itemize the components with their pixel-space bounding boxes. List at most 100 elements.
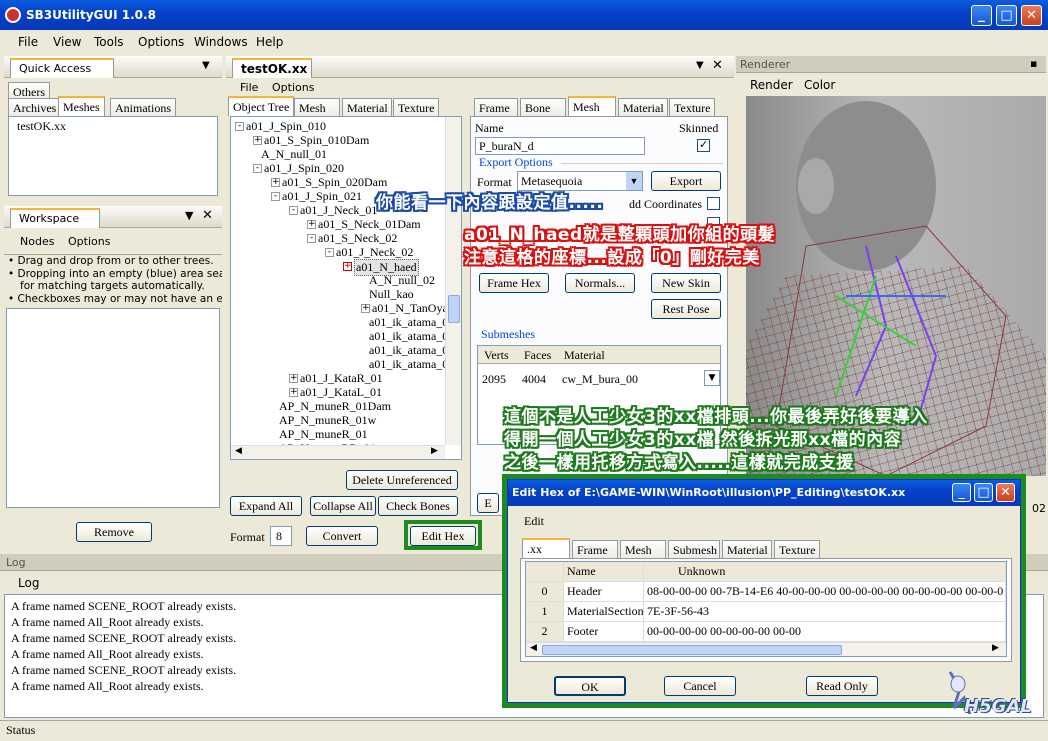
- tab-material-right[interactable]: Material: [618, 98, 668, 116]
- tree-node[interactable]: A_N_null_01: [261, 147, 327, 162]
- tree-node[interactable]: a01_S_Spin_010Dam: [264, 133, 369, 148]
- doc-tab[interactable]: testOK.xx: [232, 58, 312, 78]
- tree-node[interactable]: a01_S_Neck_02: [318, 231, 397, 246]
- expand-icon[interactable]: +: [253, 136, 262, 145]
- edit-hex-button[interactable]: Edit Hex: [410, 526, 476, 546]
- tree-node[interactable]: a01_J_Spin_021: [282, 189, 362, 204]
- hex-grid[interactable]: Name Unknown 0 Header 08-00-00-00 00-7B-14…: [525, 561, 1007, 657]
- delete-unreferenced-button[interactable]: Delete Unreferenced: [346, 470, 458, 490]
- row-name[interactable]: Footer: [564, 622, 644, 642]
- skinned-checkbox[interactable]: ✓: [697, 138, 710, 152]
- chevron-down-icon[interactable]: ▼: [626, 172, 642, 190]
- tab-archives[interactable]: Archives: [8, 98, 62, 116]
- workspace-tab[interactable]: Workspace: [10, 208, 100, 228]
- dropdown-icon[interactable]: ▼: [696, 60, 704, 71]
- close-doc-icon[interactable]: ✕: [712, 58, 723, 73]
- close-icon[interactable]: ✕: [202, 208, 213, 223]
- frame-hex-button[interactable]: Frame Hex: [479, 273, 549, 293]
- tab-material-hex[interactable]: Material: [722, 540, 772, 558]
- tab-material[interactable]: Material: [342, 98, 392, 116]
- scroll-right-icon[interactable]: ▶: [431, 446, 438, 456]
- editor-menu-options[interactable]: Options: [272, 81, 314, 94]
- scroll-thumb[interactable]: [448, 295, 460, 323]
- tab-mesh[interactable]: Mesh: [294, 98, 340, 116]
- collapse-icon[interactable]: -: [307, 234, 316, 243]
- hex-close-button[interactable]: ✕: [996, 483, 1015, 502]
- hex-maximize-button[interactable]: □: [974, 483, 993, 502]
- quick-access-tab[interactable]: Quick Access: [10, 58, 114, 78]
- row-value[interactable]: 00-00-00-00 00-00-00-00 00-00: [644, 622, 1006, 642]
- expand-icon[interactable]: +: [343, 262, 352, 271]
- tree-node[interactable]: AP_N_muneR_01Dam: [279, 399, 391, 414]
- collapse-icon[interactable]: -: [271, 192, 280, 201]
- name-input[interactable]: P_buraN_d: [475, 137, 645, 155]
- expand-icon[interactable]: +: [289, 374, 298, 383]
- tree-node[interactable]: a01_ik_atama_04: [369, 357, 454, 372]
- tree-node[interactable]: a01_J_Neck_02: [336, 245, 413, 260]
- tab-texture-right[interactable]: Texture: [669, 98, 715, 116]
- rest-pose-button[interactable]: Rest Pose: [651, 299, 721, 319]
- hex-menu-edit[interactable]: Edit: [524, 514, 544, 529]
- collapse-icon[interactable]: -: [289, 206, 298, 215]
- tab-submesh-hex[interactable]: Submesh: [668, 540, 720, 558]
- tab-animations[interactable]: Animations: [110, 98, 176, 116]
- tab-object-tree[interactable]: Object Tree: [228, 96, 295, 116]
- menu-file[interactable]: File: [18, 35, 38, 49]
- menu-tools[interactable]: Tools: [94, 35, 124, 49]
- tab-frame[interactable]: Frame: [474, 98, 518, 116]
- tab-bone[interactable]: Bone: [520, 98, 566, 116]
- collapse-icon[interactable]: -: [325, 248, 334, 257]
- object-tree[interactable]: - a01_J_Spin_010 + a01_S_Spin_010Dam A_N_nul…: [230, 116, 462, 460]
- editor-menu-file[interactable]: File: [240, 81, 258, 94]
- cell-material[interactable]: cw_M_bura_00: [562, 372, 638, 387]
- side-button[interactable]: E: [477, 493, 499, 513]
- hex-hscrollbar[interactable]: ◀ ▶: [526, 642, 1006, 656]
- tree-node[interactable]: a01_ik_atama_01: [369, 315, 454, 330]
- workspace-tree[interactable]: [6, 308, 220, 508]
- tree-node[interactable]: a01_J_Spin_020: [264, 161, 344, 176]
- expand-all-button[interactable]: Expand All: [230, 496, 302, 516]
- normals-button[interactable]: Normals...: [565, 273, 635, 293]
- menu-view[interactable]: View: [53, 35, 81, 49]
- tree-node[interactable]: A_N_null_02: [369, 273, 435, 288]
- scroll-right-icon[interactable]: ▶: [992, 643, 999, 653]
- workspace-menu-options[interactable]: Options: [68, 235, 110, 248]
- row-index[interactable]: 1: [526, 602, 564, 622]
- tab-texture-hex[interactable]: Texture: [774, 540, 820, 558]
- tree-node[interactable]: a01_J_Neck_01: [300, 203, 377, 218]
- scroll-thumb[interactable]: [542, 645, 842, 655]
- tab-mesh-hex[interactable]: Mesh: [620, 540, 666, 558]
- row-name[interactable]: Header: [564, 582, 644, 602]
- new-skin-button[interactable]: New Skin: [651, 273, 721, 293]
- collapse-icon[interactable]: -: [235, 122, 244, 131]
- scroll-left-icon[interactable]: ◀: [530, 643, 537, 653]
- pin-icon[interactable]: ▼: [185, 209, 193, 222]
- tree-node[interactable]: a01_ik_atama_02: [369, 329, 454, 344]
- tree-node[interactable]: AP_N_muneR_01w: [279, 413, 376, 428]
- tree-node[interactable]: a01_J_KataR_01: [300, 371, 383, 386]
- tab-mesh-right[interactable]: Mesh: [568, 96, 616, 116]
- tab-texture[interactable]: Texture: [393, 98, 439, 116]
- menu-windows[interactable]: Windows: [194, 35, 248, 49]
- collapse-icon[interactable]: -: [253, 164, 262, 173]
- tab-xx[interactable]: .xx: [522, 538, 570, 558]
- scroll-left-icon[interactable]: ◀: [235, 446, 242, 456]
- mesh-list[interactable]: testOK.xx: [8, 116, 218, 196]
- row-name[interactable]: MaterialSection: [564, 602, 644, 622]
- log-menu[interactable]: Log: [18, 576, 39, 590]
- tree-node[interactable]: a01_S_Neck_01Dam: [318, 217, 421, 232]
- material-dropdown-icon[interactable]: ▼: [704, 370, 720, 386]
- tree-node[interactable]: AP_N_muneR_01: [279, 427, 368, 442]
- remove-button[interactable]: Remove: [76, 522, 152, 542]
- ok-button[interactable]: OK: [554, 676, 626, 696]
- tab-meshes[interactable]: Meshes: [58, 96, 105, 116]
- row-index[interactable]: 2: [526, 622, 564, 642]
- tree-node[interactable]: a01_J_Spin_010: [246, 119, 326, 134]
- menu-options[interactable]: Options: [138, 35, 184, 49]
- menu-help[interactable]: Help: [256, 35, 283, 49]
- expand-icon[interactable]: +: [289, 388, 298, 397]
- cell-verts[interactable]: 2095: [482, 372, 506, 387]
- add-coordinates-checkbox[interactable]: [707, 197, 720, 210]
- read-only-button[interactable]: Read Only: [806, 676, 878, 696]
- tree-node[interactable]: a01_ik_atama_03: [369, 343, 454, 358]
